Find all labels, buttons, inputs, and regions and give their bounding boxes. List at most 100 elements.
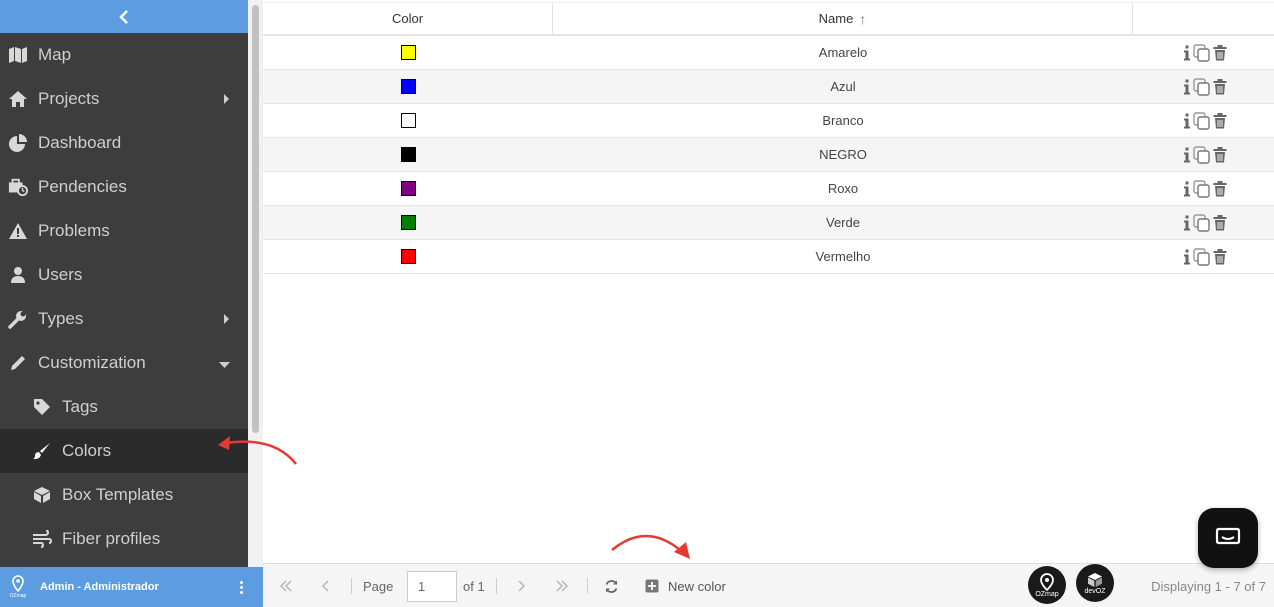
sidebar-item-customization[interactable]: Customization [0, 341, 248, 385]
actions-cell [1133, 104, 1274, 137]
caret-down-icon [219, 353, 230, 373]
color-swatch [400, 215, 416, 230]
header-label: Name [818, 11, 854, 26]
separator [496, 578, 497, 594]
app: Map Projects Dashboard Pendencies Proble… [0, 0, 1274, 607]
sidebar-item-projects[interactable]: Projects [0, 77, 248, 121]
next-page-button[interactable] [518, 564, 526, 607]
sidebar-item-users[interactable]: Users [0, 253, 248, 297]
badge-label: devOZ [1084, 587, 1106, 595]
sort-asc-icon: ↑ [859, 10, 867, 27]
table-row[interactable]: Verde [263, 206, 1274, 240]
copy-icon[interactable] [1193, 78, 1211, 96]
double-chevron-right-icon [556, 580, 569, 592]
sidebar-item-label: Colors [62, 441, 112, 460]
color-cell [263, 113, 553, 128]
sidebar-item-problems[interactable]: Problems [0, 209, 248, 253]
sidebar-item-dashboard[interactable]: Dashboard [0, 121, 248, 165]
sidebar-item-types[interactable]: Types [0, 297, 248, 341]
map-icon [8, 45, 28, 65]
table-row[interactable]: Vermelho [263, 240, 1274, 274]
table-row[interactable]: Roxo [263, 172, 1274, 206]
sidebar-item-tags[interactable]: Tags [0, 385, 248, 429]
first-page-button[interactable] [279, 564, 293, 607]
trash-icon[interactable] [1213, 79, 1227, 95]
table-row[interactable]: Branco [263, 104, 1274, 138]
sidebar-item-box-templates[interactable]: Box Templates [0, 473, 248, 517]
map-pin-icon [12, 575, 24, 592]
info-icon[interactable] [1183, 249, 1191, 265]
sidebar-item-pendencies[interactable]: Pendencies [0, 165, 248, 209]
table-row[interactable]: Amarelo [263, 36, 1274, 70]
copy-icon[interactable] [1193, 180, 1211, 198]
sidebar-scrollbar-thumb[interactable] [252, 5, 259, 433]
color-swatch [400, 147, 416, 162]
page-total-label: of 1 [463, 578, 485, 594]
table-row[interactable]: NEGRO [263, 138, 1274, 172]
info-icon[interactable] [1183, 45, 1191, 61]
chat-widget-button[interactable] [1198, 508, 1258, 568]
last-page-button[interactable] [555, 564, 569, 607]
trash-icon[interactable] [1213, 113, 1227, 129]
column-header-name[interactable]: Name ↑ [553, 3, 1133, 34]
trash-icon[interactable] [1213, 181, 1227, 197]
separator [351, 578, 352, 594]
copy-icon[interactable] [1193, 112, 1211, 130]
badge-label: OZmap [1035, 590, 1059, 598]
chevron-right-icon [518, 580, 526, 592]
sidebar-item-fiber-profiles[interactable]: Fiber profiles [0, 517, 248, 561]
new-color-button[interactable]: New color [645, 564, 726, 607]
sidebar-item-label: Fiber profiles [62, 529, 161, 548]
devoz-badge[interactable]: devOZ [1076, 564, 1114, 602]
user-icon [8, 265, 28, 285]
ozmap-logo: OZmap [8, 575, 28, 601]
sidebar: Map Projects Dashboard Pendencies Proble… [0, 0, 248, 567]
wrench-icon [8, 309, 28, 329]
trash-icon[interactable] [1213, 147, 1227, 163]
info-icon[interactable] [1183, 113, 1191, 129]
actions-cell [1133, 70, 1274, 103]
copy-icon[interactable] [1193, 214, 1211, 232]
chat-icon [1215, 527, 1241, 545]
sidebar-item-map[interactable]: Map [0, 33, 248, 77]
refresh-icon [605, 579, 618, 593]
user-name[interactable]: Admin - Administrador [40, 581, 159, 593]
trash-icon[interactable] [1213, 215, 1227, 231]
header-label: Color [391, 11, 424, 26]
trash-icon[interactable] [1213, 45, 1227, 61]
page-number-input[interactable] [407, 571, 457, 602]
separator [587, 578, 588, 594]
name-cell: NEGRO [819, 147, 867, 162]
table-header: Color Name ↑ [263, 2, 1274, 36]
info-icon[interactable] [1183, 181, 1191, 197]
copy-icon[interactable] [1193, 44, 1211, 62]
chevron-left-icon [321, 580, 329, 592]
table-row[interactable]: Azul [263, 70, 1274, 104]
copy-icon[interactable] [1193, 146, 1211, 164]
column-header-color[interactable]: Color [263, 3, 553, 34]
caret-right-icon [223, 309, 230, 329]
name-cell: Roxo [827, 181, 859, 196]
sidebar-collapse-button[interactable] [0, 0, 248, 33]
sidebar-item-label: Pendencies [38, 177, 127, 196]
info-icon[interactable] [1183, 79, 1191, 95]
sidebar-item-colors[interactable]: Colors [0, 429, 248, 473]
prev-page-button[interactable] [321, 564, 329, 607]
info-icon[interactable] [1183, 147, 1191, 163]
refresh-button[interactable] [604, 564, 619, 607]
sidebar-item-label: Tags [62, 397, 98, 416]
info-icon[interactable] [1183, 215, 1191, 231]
ozmap-badge[interactable]: OZmap [1028, 566, 1066, 604]
actions-cell [1133, 206, 1274, 239]
table-body: Amarelo Azul Branco NEGRO Roxo Verde Vermelho [263, 36, 1274, 274]
actions-cell [1133, 36, 1274, 69]
wind-icon [32, 529, 52, 549]
new-color-label: New color [668, 578, 726, 594]
copy-icon[interactable] [1193, 248, 1211, 266]
more-vertical-icon[interactable] [238, 581, 244, 594]
color-cell [263, 79, 553, 94]
sidebar-item-label: Projects [38, 89, 100, 108]
sidebar-item-label: Dashboard [38, 133, 122, 152]
trash-icon[interactable] [1213, 249, 1227, 265]
actions-cell [1133, 138, 1274, 171]
